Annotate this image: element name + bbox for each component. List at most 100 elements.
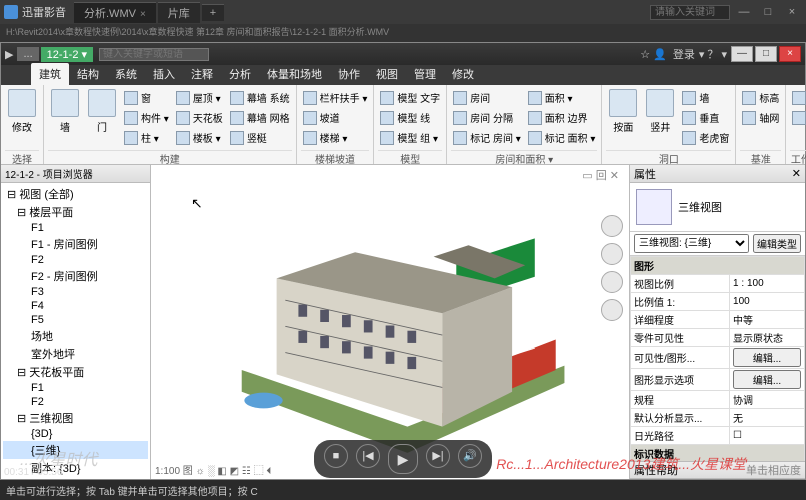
edit-button[interactable]: 编辑... <box>733 348 801 367</box>
ribbon-tab[interactable]: 协作 <box>330 63 368 85</box>
panel-close-icon[interactable]: ✕ <box>792 167 801 180</box>
player-tab[interactable]: 片库 <box>158 2 200 23</box>
tree-node[interactable]: {3D} <box>3 427 148 441</box>
property-row[interactable]: 默认分析显示...无 <box>631 409 805 427</box>
ribbon-button[interactable]: 楼板 ▾ <box>174 128 225 147</box>
qat-crumb[interactable]: 12-1-2 ▾ <box>41 47 93 62</box>
tree-node[interactable]: F1 <box>3 381 148 395</box>
tree-node[interactable]: F5 <box>3 313 148 327</box>
ribbon-button[interactable]: 标记 房间 ▾ <box>451 128 523 147</box>
property-row[interactable]: 视图比例1 : 100 <box>631 275 805 293</box>
ribbon-button[interactable]: 窗 <box>122 88 171 107</box>
viewcube-icon[interactable] <box>601 215 623 237</box>
minimize-icon[interactable]: — <box>734 6 754 18</box>
ribbon-button[interactable]: 显示 <box>790 108 806 127</box>
app-min-icon[interactable]: — <box>731 46 753 62</box>
ribbon-button[interactable]: 幕墙 系统 <box>228 88 292 107</box>
tree-node[interactable]: F3 <box>3 285 148 299</box>
ribbon-button[interactable]: 构件 ▾ <box>122 108 171 127</box>
ribbon-button[interactable]: 坡道 <box>301 108 370 127</box>
ribbon-button[interactable]: 面积 ▾ <box>526 88 598 107</box>
property-row[interactable]: 规程协调 <box>631 391 805 409</box>
property-row[interactable]: 详细程度中等 <box>631 311 805 329</box>
ribbon-button[interactable]: 垂直 <box>680 108 731 127</box>
nav-wheel-icon[interactable] <box>601 243 623 265</box>
tree-node[interactable]: F1 <box>3 221 148 235</box>
shaft-button[interactable]: 竖井 <box>643 87 677 150</box>
ribbon-button[interactable]: 墙 <box>680 88 731 107</box>
ribbon-tab[interactable]: 管理 <box>406 63 444 85</box>
tree-node[interactable]: F4 <box>3 299 148 313</box>
edit-button[interactable]: 编辑... <box>733 370 801 389</box>
property-row[interactable]: 零件可见性显示原状态 <box>631 329 805 347</box>
tree-node[interactable]: ⊟ 天花板平面 <box>3 363 148 381</box>
add-tab-button[interactable]: + <box>202 4 224 21</box>
volume-button[interactable]: 🔊 <box>458 444 482 468</box>
viewcube-controls[interactable] <box>601 215 623 321</box>
stop-button[interactable]: ■ <box>324 444 348 468</box>
ribbon-button[interactable]: 栏杆扶手 ▾ <box>301 88 370 107</box>
ribbon-tab[interactable]: 分析 <box>221 63 259 85</box>
ribbon-tab[interactable]: 体量和场地 <box>259 63 330 85</box>
properties-table[interactable]: 图形视图比例1 : 100比例值 1:100详细程度中等零件可见性显示原状态可见… <box>630 256 805 461</box>
ribbon-button[interactable]: 模型 线 <box>378 108 442 127</box>
ribbon-tab[interactable]: 系统 <box>107 63 145 85</box>
ribbon-button[interactable]: 幕墙 网格 <box>228 108 292 127</box>
ribbon-tab[interactable]: 结构 <box>69 63 107 85</box>
ribbon-button[interactable]: 轴网 <box>740 108 781 127</box>
ribbon-button[interactable]: 老虎窗 <box>680 128 731 147</box>
property-row[interactable]: 日光路径☐ <box>631 427 805 445</box>
ribbon-button[interactable]: 模型 文字 <box>378 88 442 107</box>
player-search-input[interactable] <box>650 5 730 20</box>
arrow-button[interactable]: 修改 <box>5 87 39 150</box>
ribbon-tab[interactable]: 修改 <box>444 63 482 85</box>
viewport-3d[interactable]: ▭ 回 ✕ ↖ <box>151 165 630 479</box>
ribbon-tab[interactable]: 建筑 <box>31 63 69 85</box>
login-button[interactable]: 登录 <box>673 46 695 62</box>
tree-node[interactable]: ⊟ 楼层平面 <box>3 203 148 221</box>
view-window-controls[interactable]: ▭ 回 ✕ <box>582 167 619 183</box>
tree-node[interactable]: ⊟ 三维视图 <box>3 409 148 427</box>
ribbon-button[interactable]: 竖梃 <box>228 128 292 147</box>
ribbon-button[interactable]: 面积 边界 <box>526 108 598 127</box>
ribbon-tab[interactable]: 插入 <box>145 63 183 85</box>
property-row[interactable]: 图形显示选项编辑... <box>631 369 805 391</box>
ribbon-button[interactable]: 屋顶 ▾ <box>174 88 225 107</box>
close-icon[interactable]: × <box>140 9 146 20</box>
tree-node[interactable]: F2 - 房间图例 <box>3 267 148 285</box>
wall-button[interactable]: 墙 <box>48 87 82 150</box>
app-max-icon[interactable]: □ <box>755 46 777 62</box>
ribbon-button[interactable]: 标高 <box>740 88 781 107</box>
ribbon-button[interactable]: 房间 <box>451 88 523 107</box>
play-button[interactable]: ▶ <box>388 444 418 474</box>
ribbon-button[interactable]: 标记 面积 ▾ <box>526 128 598 147</box>
tree-node[interactable]: 室外地坪 <box>3 345 148 363</box>
prev-button[interactable]: |◀ <box>356 444 380 468</box>
nav-home-icon[interactable] <box>601 271 623 293</box>
tree-node[interactable]: 场地 <box>3 327 148 345</box>
property-row[interactable]: 比例值 1:100 <box>631 293 805 311</box>
close-icon[interactable]: × <box>782 6 802 18</box>
qat-crumb[interactable]: ... <box>17 47 38 61</box>
nav-pan-icon[interactable] <box>601 299 623 321</box>
ribbon-button[interactable]: 设置 <box>790 88 806 107</box>
browser-tree[interactable]: ⊟ 视图 (全部)⊟ 楼层平面F1F1 - 房间图例F2F2 - 房间图例F3F… <box>1 183 150 479</box>
face-button[interactable]: 按面 <box>606 87 640 150</box>
property-row[interactable]: 可见性/图形...编辑... <box>631 347 805 369</box>
player-tab[interactable]: 分析.WMV× <box>74 2 156 23</box>
ribbon-button[interactable]: 天花板 <box>174 108 225 127</box>
view-control-bar[interactable]: 1:100 图 ☼ ░ ◧ ◩ ☷ ⬚ ⏴ <box>155 462 271 477</box>
type-selector[interactable]: 三维视图: {三维} <box>634 234 749 253</box>
door-button[interactable]: 门 <box>85 87 119 150</box>
app-search-input[interactable] <box>99 48 209 61</box>
edit-type-button[interactable]: 编辑类型 <box>753 234 801 253</box>
tree-node[interactable]: F2 <box>3 253 148 267</box>
maximize-icon[interactable]: □ <box>758 6 778 18</box>
ribbon-button[interactable]: 房间 分隔 <box>451 108 523 127</box>
tree-node[interactable]: F2 <box>3 395 148 409</box>
ribbon-button[interactable]: 柱 ▾ <box>122 128 171 147</box>
next-button[interactable]: ▶| <box>426 444 450 468</box>
app-close-icon[interactable]: × <box>779 46 801 62</box>
ribbon-tab[interactable]: 视图 <box>368 63 406 85</box>
tree-node[interactable]: F1 - 房间图例 <box>3 235 148 253</box>
